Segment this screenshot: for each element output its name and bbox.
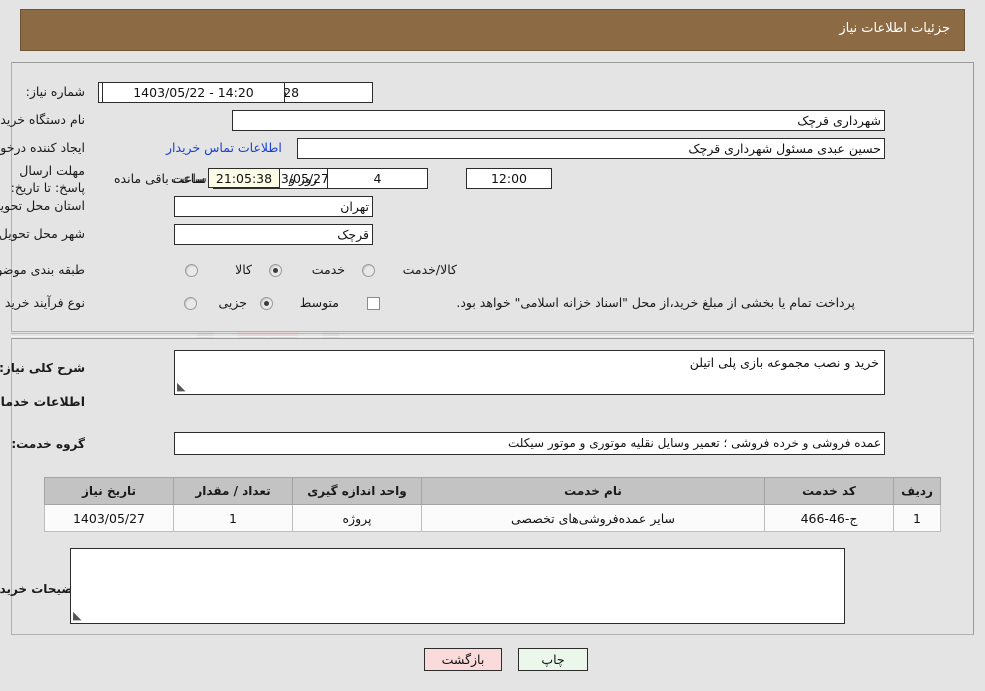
service-group-value: عمده فروشی و خرده فروشی ؛ تعمیر وسایل نق… [174, 432, 885, 455]
purchase-process-label: نوع فرآیند خرید : [0, 295, 85, 310]
need-summary-label: شرح کلی نیاز: [0, 361, 85, 375]
radio-category-service-label: خدمت [311, 262, 345, 277]
cell-need-date: 1403/05/27 [44, 504, 174, 532]
checkbox-islamic-treasury[interactable] [367, 297, 380, 310]
page-title: جزئیات اطلاعات نیاز [839, 21, 950, 36]
cell-radif: 1 [893, 504, 941, 532]
page-header-bar: جزئیات اطلاعات نیاز [20, 9, 965, 51]
countdown-timer-value: 21:05:38 [208, 168, 280, 188]
radio-process-medium-label: متوسط [299, 295, 339, 310]
column-header-radif: ردیف [893, 477, 941, 505]
column-header-unit: واحد اندازه گیری [292, 477, 422, 505]
delivery-city-label: شهر محل تحویل: [0, 226, 85, 241]
resize-grip-icon-notes[interactable]: ◢ [73, 609, 85, 622]
buyer-org-label: نام دستگاه خریدار: [0, 112, 85, 127]
page-root: جزئیات اطلاعات نیاز شماره نیاز: 11030951… [0, 0, 985, 691]
service-group-label: گروه خدمت: [11, 437, 85, 451]
cell-quantity: 1 [173, 504, 293, 532]
radio-process-minor[interactable] [184, 297, 197, 310]
delivery-province-value: تهران [174, 196, 373, 217]
request-creator-label: ایجاد کننده درخواست: [0, 140, 85, 155]
print-button[interactable]: چاپ [518, 648, 588, 671]
resize-grip-icon[interactable]: ◢ [177, 380, 189, 393]
remaining-time-label: ساعت باقی مانده [114, 171, 207, 186]
need-summary-value: خرید و نصب مجموعه بازی پلی اتیلن [689, 355, 879, 370]
services-table: ردیف کد خدمت نام خدمت واحد اندازه گیری ت… [44, 477, 941, 532]
announce-datetime-value: 14:20 - 1403/05/22 [102, 82, 285, 103]
back-button[interactable]: بازگشت [424, 648, 502, 671]
deadline-label: مهلت ارسال پاسخ: تا تاریخ: [10, 163, 85, 195]
buyer-contact-link[interactable]: اطلاعات تماس خریدار [166, 140, 282, 155]
buyer-notes-textarea[interactable]: ◢ [70, 548, 845, 624]
delivery-city-value: قرچک [174, 224, 373, 245]
column-header-quantity: تعداد / مقدار [173, 477, 293, 505]
cell-service-name: سایر عمده‌فروشی‌های تخصصی [421, 504, 765, 532]
delivery-province-label: استان محل تحویل: [0, 198, 85, 213]
radio-process-minor-label: جزیی [218, 295, 247, 310]
cell-unit: پروژه [292, 504, 422, 532]
radio-category-goods[interactable] [185, 264, 198, 277]
radio-process-medium[interactable] [260, 297, 273, 310]
days-and-label: روز و [289, 171, 318, 186]
radio-category-goods-label: کالا [235, 262, 252, 277]
cell-service-code: ج-46-466 [764, 504, 894, 532]
radio-category-service[interactable] [269, 264, 282, 277]
need-summary-textarea[interactable]: خرید و نصب مجموعه بازی پلی اتیلن ◢ [174, 350, 885, 395]
request-creator-value: حسین عبدی مسئول شهرداری قرچک [297, 138, 885, 159]
radio-category-goods-service-label: کالا/خدمت [402, 262, 457, 277]
deadline-time-value: 12:00 [466, 168, 552, 189]
need-number-label: شماره نیاز: [25, 84, 85, 99]
remaining-days-value: 4 [327, 168, 428, 189]
buyer-org-value: شهرداری قرچک [232, 110, 885, 131]
panel-divider [11, 333, 974, 337]
subject-category-label: طبقه بندی موضوعی: [0, 262, 85, 277]
column-header-need-date: تاریخ نیاز [44, 477, 174, 505]
column-header-service-name: نام خدمت [421, 477, 765, 505]
table-row: 1 ج-46-466 سایر عمده‌فروشی‌های تخصصی پرو… [44, 504, 941, 532]
radio-category-goods-service[interactable] [362, 264, 375, 277]
column-header-service-code: کد خدمت [764, 477, 894, 505]
islamic-treasury-label: پرداخت تمام یا بخشی از مبلغ خرید،از محل … [456, 295, 855, 310]
services-section-heading: اطلاعات خدمات مورد نیاز [0, 394, 85, 409]
table-header-row: ردیف کد خدمت نام خدمت واحد اندازه گیری ت… [44, 477, 941, 505]
